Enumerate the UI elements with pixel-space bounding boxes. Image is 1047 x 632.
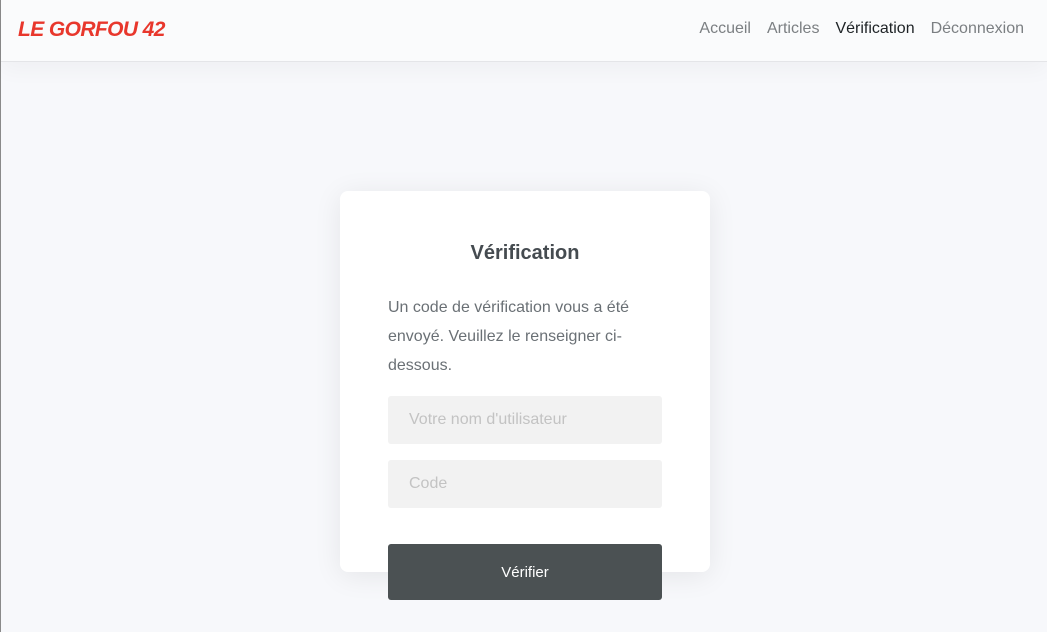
page: LE GORFOU 42 Accueil Articles Vérificati… — [0, 0, 1047, 632]
nav-link-verification[interactable]: Vérification — [835, 20, 914, 38]
verification-card: Vérification Un code de vérification vou… — [340, 191, 710, 572]
username-input[interactable] — [388, 396, 662, 444]
navbar: LE GORFOU 42 Accueil Articles Vérificati… — [1, 0, 1047, 62]
nav-links: Accueil Articles Vérification Déconnexio… — [699, 20, 1024, 38]
verification-message: Un code de vérification vous a été envoy… — [388, 299, 630, 374]
brand-logo-link[interactable]: LE GORFOU 42 — [18, 18, 165, 42]
code-input[interactable] — [388, 460, 662, 508]
nav-link-accueil[interactable]: Accueil — [699, 20, 751, 38]
nav-link-deconnexion[interactable]: Déconnexion — [931, 20, 1024, 38]
verify-button[interactable]: Vérifier — [388, 544, 662, 600]
verification-title: Vérification — [470, 242, 580, 264]
nav-link-articles[interactable]: Articles — [767, 20, 819, 38]
